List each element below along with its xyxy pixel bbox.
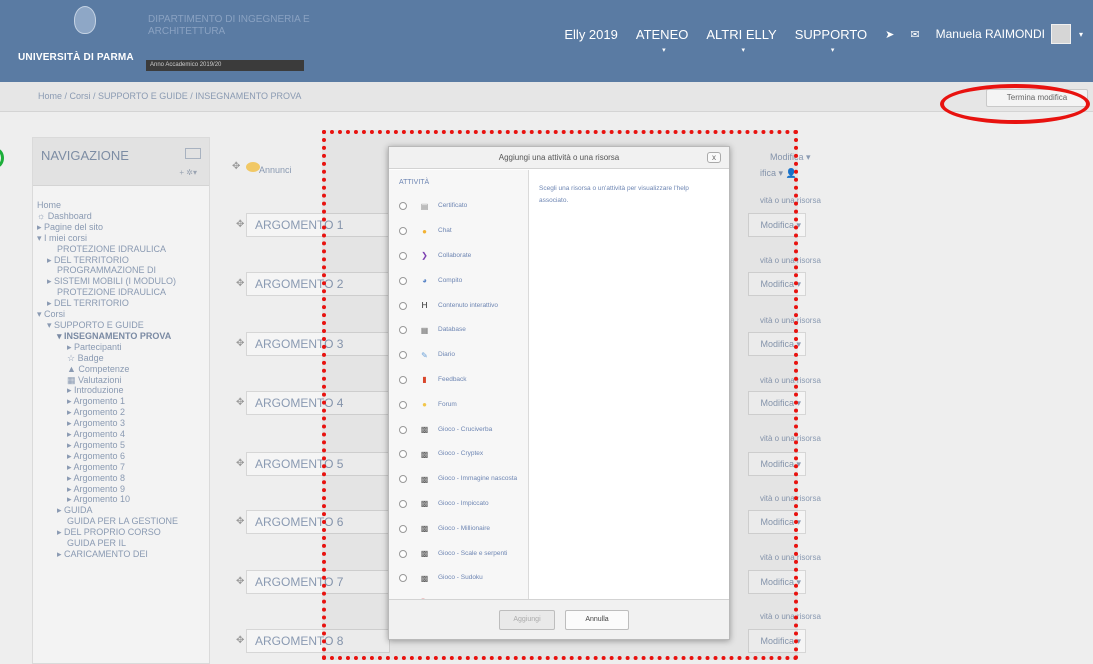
nav-tree-item[interactable]: GUIDA PER LA GESTIONE — [33, 516, 209, 527]
avatar[interactable] — [1050, 24, 1071, 44]
nav-tree-item[interactable]: ▸ DEL TERRITORIO — [33, 298, 209, 309]
nav-supporto[interactable]: SUPPORTO ▾ — [795, 27, 867, 54]
nav-tree-item[interactable]: ▸ Argomento 5 — [33, 440, 209, 451]
nav-tree-item[interactable]: ▸ GUIDA — [33, 505, 209, 516]
nav-tree-item[interactable]: ▸ CARICAMENTO DEI — [33, 549, 209, 560]
nav-tree-item[interactable]: ▸ Argomento 10 — [33, 494, 209, 505]
move-icon[interactable]: ✥ — [232, 161, 240, 172]
chevron-down-icon: ▾ — [830, 46, 835, 54]
green-marker — [0, 148, 4, 168]
navigation-header: NAVIGAZIONE + ✲▾ — [33, 138, 209, 186]
nav-altri-elly[interactable]: ALTRI ELLY ▾ — [706, 27, 776, 54]
nav-tree-item[interactable]: PROTEZIONE IDRAULICA — [33, 244, 209, 255]
move-icon[interactable]: ✥ — [236, 397, 244, 408]
announcements-row: ✥ — [232, 160, 240, 180]
nav-tree-item[interactable]: ▸ Argomento 6 — [33, 451, 209, 462]
move-icon[interactable]: ✥ — [236, 576, 244, 587]
announcements-link[interactable]: Annunci — [259, 165, 292, 175]
nav-elly-2019[interactable]: Elly 2019 — [564, 27, 617, 42]
nav-tree-item[interactable]: ▦ Valutazioni — [33, 375, 209, 386]
nav-tree-item[interactable]: GUIDA PER IL — [33, 538, 209, 549]
nav-tree-item[interactable]: ▾ Corsi — [33, 309, 209, 320]
nav-tree-item[interactable]: ▸ Pagine del sito — [33, 222, 209, 233]
university-logo-icon[interactable] — [74, 6, 96, 34]
move-icon[interactable]: ✥ — [236, 458, 244, 469]
nav-tree-item[interactable]: ▲ Competenze — [33, 364, 209, 375]
user-name[interactable]: Manuela RAIMONDI — [936, 27, 1045, 41]
move-icon[interactable]: ✥ — [236, 516, 244, 527]
nav-tree-item[interactable]: ▸ Argomento 3 — [33, 418, 209, 429]
nav-tree-item[interactable]: PROTEZIONE IDRAULICA — [33, 287, 209, 298]
academic-year: Anno Accademico 2019/20 — [146, 60, 304, 71]
breadcrumb-bar: Home / Corsi / SUPPORTO E GUIDE / INSEGN… — [0, 82, 1093, 112]
nav-tree-item[interactable]: ▸ Argomento 1 — [33, 396, 209, 407]
move-icon[interactable]: ✥ — [236, 338, 244, 349]
move-icon[interactable]: ✥ — [236, 219, 244, 230]
navigation-title: NAVIGAZIONE — [41, 148, 129, 163]
nav-tree-item[interactable]: ▸ Argomento 9 — [33, 484, 209, 495]
nav-tree-item[interactable]: ☆ Badge — [33, 353, 209, 364]
nav-tree-item[interactable]: ▸ Argomento 2 — [33, 407, 209, 418]
chevron-down-icon[interactable]: ▾ — [1079, 30, 1083, 39]
nav-tree-item[interactable]: ▸ Argomento 4 — [33, 429, 209, 440]
breadcrumb[interactable]: Home / Corsi / SUPPORTO E GUIDE / INSEGN… — [38, 91, 301, 101]
navigation-tree: Home ☼ Dashboard ▸ Pagine del sito ▾ I miei… — [33, 186, 209, 560]
dock-icon[interactable] — [185, 148, 201, 159]
university-name[interactable]: UNIVERSITÀ DI PARMA — [18, 52, 134, 63]
nav-tree-item[interactable]: ▸ Partecipanti — [33, 342, 209, 353]
nav-ateneo[interactable]: ATENEO ▾ — [636, 27, 689, 54]
nav-tree-item[interactable]: ▸ DEL PROPRIO CORSO — [33, 527, 209, 538]
navigation-block: NAVIGAZIONE + ✲▾ Home ☼ Dashboard ▸ Pagine… — [32, 137, 210, 664]
nav-tree-item[interactable]: ▾ I miei corsi — [33, 233, 209, 244]
site-header: UNIVERSITÀ DI PARMA DIPARTIMENTO DI INGE… — [0, 0, 1093, 82]
mail-icon[interactable]: ✉ — [910, 28, 919, 41]
cursor-icon[interactable]: ➤ — [885, 28, 894, 41]
chevron-down-icon: ▾ — [741, 46, 746, 54]
nav-tree-item[interactable]: ▸ Argomento 7 — [33, 462, 209, 473]
nav-tree-item[interactable]: ▸ Argomento 8 — [33, 473, 209, 484]
nav-tree-item[interactable]: ▾ SUPPORTO E GUIDE — [33, 320, 209, 331]
move-icon[interactable]: ✥ — [236, 635, 244, 646]
dotted-highlight-box — [322, 130, 798, 660]
move-icon[interactable]: ✥ — [236, 278, 244, 289]
forum-icon — [246, 162, 260, 172]
nav-tree-item[interactable]: ▾ INSEGNAMENTO PROVA — [33, 331, 209, 342]
nav-tree-item[interactable]: Home — [33, 200, 209, 211]
nav-tree-item[interactable]: ▸ SISTEMI MOBILI (I MODULO) — [33, 276, 209, 287]
block-actions-icon[interactable]: + ✲▾ — [179, 168, 197, 177]
highlight-circle — [940, 84, 1090, 124]
nav-tree-item[interactable]: ☼ Dashboard — [33, 211, 209, 222]
chevron-down-icon: ▾ — [662, 46, 666, 54]
nav-tree-item[interactable]: ▸ Introduzione — [33, 385, 209, 396]
nav-tree-item[interactable]: PROGRAMMAZIONE DI — [33, 265, 209, 276]
top-navigation: Elly 2019 ATENEO ▾ ALTRI ELLY ▾ SUPPORTO ▾ … — [564, 24, 1093, 54]
department-name: DIPARTIMENTO DI INGEGNERIA E ARCHITETTUR… — [148, 14, 310, 37]
nav-tree-item[interactable]: ▸ DEL TERRITORIO — [33, 255, 209, 266]
